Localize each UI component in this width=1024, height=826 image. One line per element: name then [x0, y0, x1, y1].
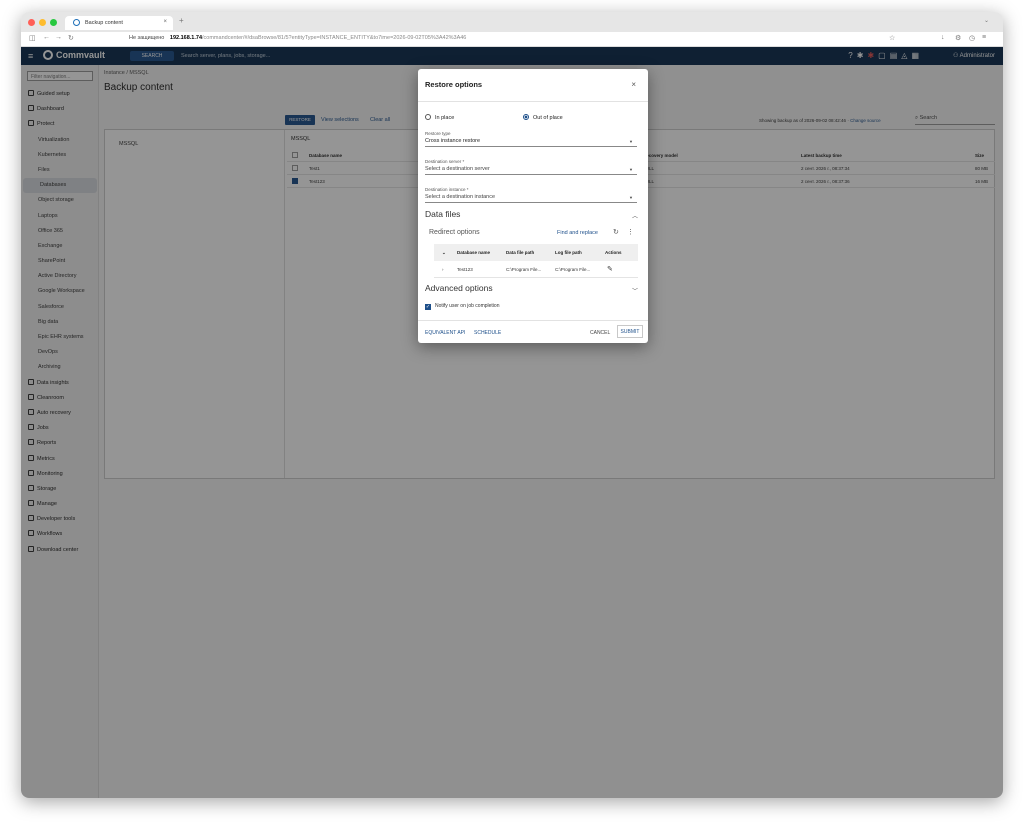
bookmark-star-icon[interactable]: ☆	[889, 34, 895, 42]
field-label: Destination server *	[425, 159, 465, 164]
advanced-options-section-title[interactable]: Advanced options	[425, 283, 493, 293]
browser-menu-icon[interactable]: ≡	[982, 34, 986, 41]
cancel-button[interactable]: CANCEL	[590, 330, 610, 336]
column-header-data-file-path: Data file path	[506, 250, 535, 255]
extensions-icon[interactable]: ⚙	[955, 34, 961, 42]
notify-checkbox[interactable]: ✓ Notify user on job completion	[425, 303, 499, 310]
field-value: Cross instance restore ▼	[425, 138, 637, 147]
dropdown-arrow-icon: ▼	[629, 167, 633, 172]
url-field[interactable]: Не защищено 192.168.1.74/commandcenter/#…	[129, 35, 466, 41]
radio-off-icon	[425, 114, 431, 120]
column-header-log-file-path: Log file path	[555, 250, 582, 255]
find-and-replace-link[interactable]: Find and replace	[557, 230, 598, 236]
out-of-place-radio[interactable]: Out of place	[523, 114, 563, 121]
redirect-table: ⌄ Database name Data file path Log file …	[434, 244, 638, 278]
radio-on-icon	[523, 114, 529, 120]
close-icon[interactable]: ×	[631, 80, 636, 89]
restore-options-dialog: Restore options × In place Out of place …	[418, 69, 648, 343]
sidebar-toggle-icon[interactable]: ◫	[29, 34, 36, 42]
field-value: Select a destination instance ▼	[425, 194, 637, 203]
field-label: Destination instance *	[425, 187, 469, 192]
tab-list-chevron-icon[interactable]: ⌄	[984, 17, 989, 24]
commvault-favicon-icon	[73, 19, 80, 26]
dropdown-arrow-icon: ▼	[629, 139, 633, 144]
divider	[418, 101, 648, 102]
divider	[418, 320, 648, 321]
tab-bar: Backup content × + ⌄	[21, 12, 1003, 32]
equivalent-api-button[interactable]: EQUIVALENT API	[425, 330, 465, 336]
minimize-window-dot[interactable]	[39, 19, 46, 26]
more-options-icon[interactable]: ⋮	[627, 228, 634, 236]
browser-window: Backup content × + ⌄ ◫ ← → ↻ Не защищено…	[21, 12, 1003, 798]
expand-row-icon[interactable]: ›	[442, 267, 444, 272]
schedule-button[interactable]: SCHEDULE	[474, 330, 501, 336]
address-bar: ◫ ← → ↻ Не защищено 192.168.1.74/command…	[21, 32, 1003, 47]
not-secure-label: Не защищено	[129, 35, 165, 41]
url-host: 192.168.1.74	[169, 35, 203, 41]
edit-pencil-icon[interactable]: ✎	[607, 265, 613, 273]
url-path: /commandcenter/#/dsaBrowse/81/5?entityTy…	[202, 35, 467, 41]
column-header-database-name: Database name	[457, 250, 491, 255]
downloads-icon[interactable]: ↓	[941, 34, 945, 41]
submit-button[interactable]: SUBMIT	[617, 325, 643, 338]
close-tab-icon[interactable]: ×	[163, 19, 167, 25]
field-value: Select a destination server ▼	[425, 166, 637, 175]
refresh-icon[interactable]: ↻	[613, 228, 619, 236]
tab-title: Backup content	[85, 20, 123, 26]
new-tab-icon[interactable]: +	[179, 16, 184, 25]
back-icon[interactable]: ←	[43, 34, 50, 41]
dropdown-arrow-icon: ▼	[629, 195, 633, 200]
browser-tab[interactable]: Backup content ×	[65, 16, 173, 30]
data-files-section-title[interactable]: Data files	[425, 209, 460, 219]
restore-type-select[interactable]: Restore type Cross instance restore ▼	[425, 131, 637, 147]
dialog-title: Restore options	[425, 80, 483, 89]
expand-column-icon: ⌄	[442, 250, 446, 255]
history-icon[interactable]: ◷	[969, 34, 975, 42]
log-file-path-cell: C:\Program File...	[555, 267, 591, 272]
redirect-table-header: ⌄ Database name Data file path Log file …	[434, 244, 638, 261]
data-file-path-cell: C:\Program File...	[506, 267, 542, 272]
maximize-window-dot[interactable]	[50, 19, 57, 26]
redirect-options-title: Redirect options	[429, 229, 480, 236]
column-header-actions: Actions	[605, 250, 622, 255]
checkbox-checked-icon: ✓	[425, 304, 431, 310]
forward-icon[interactable]: →	[55, 34, 62, 41]
chevron-down-icon[interactable]: ﹀	[632, 286, 638, 295]
chevron-up-icon[interactable]: ︿	[632, 211, 638, 220]
destination-server-select[interactable]: Destination server * Select a destinatio…	[425, 159, 637, 175]
field-label: Restore type	[425, 131, 451, 136]
database-name-cell: Test123	[457, 267, 473, 272]
close-window-dot[interactable]	[28, 19, 35, 26]
destination-instance-select[interactable]: Destination instance * Select a destinat…	[425, 187, 637, 203]
reload-icon[interactable]: ↻	[68, 34, 74, 42]
in-place-radio[interactable]: In place	[425, 114, 454, 121]
table-row: › Test123 C:\Program File... C:\Program …	[434, 261, 638, 278]
